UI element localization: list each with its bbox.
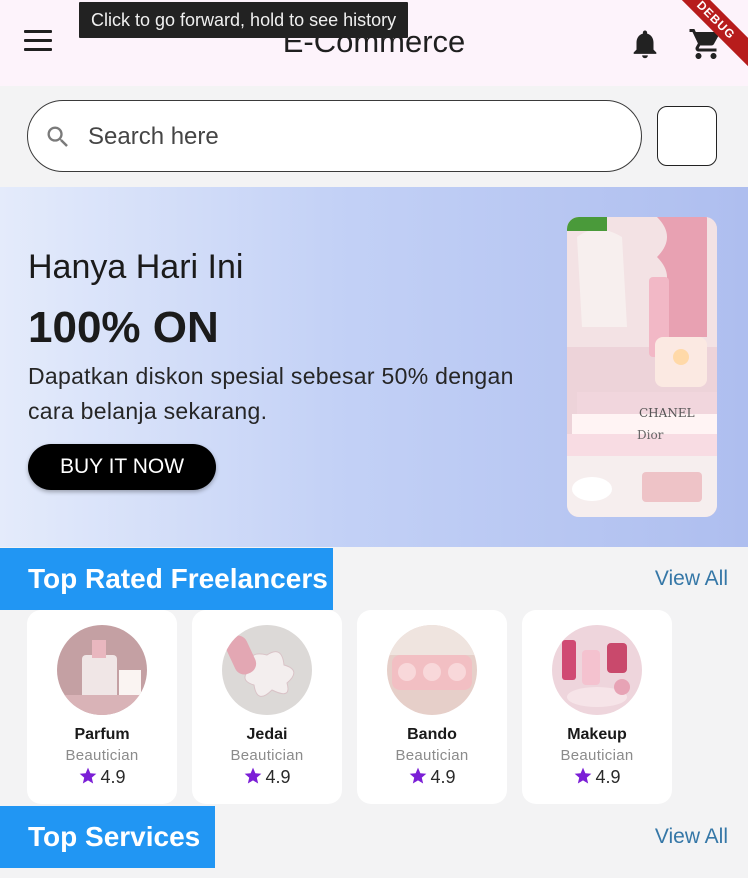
banner-headline: 100% ON: [28, 303, 219, 352]
search-icon: [47, 126, 68, 147]
freelancer-name: Jedai: [246, 726, 288, 743]
star-icon: [80, 767, 97, 784]
rating-value: 4.9: [595, 767, 621, 787]
filter-button[interactable]: [657, 106, 717, 166]
freelancer-card-makeup[interactable]: Makeup Beautician 4.9: [522, 610, 672, 804]
freelancer-role: Beautician: [560, 747, 634, 764]
freelancer-name: Parfum: [74, 726, 130, 743]
banner-description: Dapatkan diskon spesial sebesar 50% deng…: [28, 363, 514, 424]
buy-it-now-button[interactable]: BUY IT NOW: [28, 444, 216, 490]
freelancer-role: Beautician: [395, 747, 469, 764]
photo-chanel-text: CHANEL: [639, 406, 695, 420]
photo-dior-text: Dior: [637, 428, 664, 442]
freelancer-rating: 4.9: [192, 766, 342, 788]
star-icon: [410, 767, 427, 784]
search-bar[interactable]: [27, 100, 642, 172]
freelancer-avatar: [552, 625, 642, 715]
star-icon: [575, 767, 592, 784]
banner-subtitle: Hanya Hari Ini: [28, 248, 244, 286]
freelancer-rating: 4.9: [522, 766, 672, 788]
freelancer-card-jedai[interactable]: Jedai Beautician 4.9: [192, 610, 342, 804]
freelancer-card-bando[interactable]: Bando Beautician 4.9: [357, 610, 507, 804]
search-input[interactable]: [88, 119, 618, 155]
freelancer-role: Beautician: [230, 747, 304, 764]
freelancer-rating: 4.9: [357, 766, 507, 788]
services-view-all-link[interactable]: View All: [655, 825, 728, 849]
back-forward-tooltip: Click to go forward, hold to see history: [79, 2, 409, 38]
promo-banner: Hanya Hari Ini 100% ON Dapatkan diskon s…: [0, 187, 748, 547]
freelancer-name: Makeup: [567, 726, 627, 743]
rating-value: 4.9: [100, 767, 126, 787]
notification-bell-icon[interactable]: [628, 26, 662, 62]
app-bar: E-Commerce Click to go forward, hold to …: [0, 0, 748, 86]
star-icon: [245, 767, 262, 784]
freelancer-avatar: [222, 625, 312, 715]
top-services-title: Top Services: [0, 806, 215, 868]
rating-value: 4.9: [265, 767, 291, 787]
freelancer-role: Beautician: [65, 747, 139, 764]
top-rated-freelancers-title: Top Rated Freelancers: [0, 548, 333, 610]
freelancer-name: Bando: [407, 726, 457, 743]
rating-value: 4.9: [430, 767, 456, 787]
freelancers-view-all-link[interactable]: View All: [655, 567, 728, 591]
banner-product-photo: CHANEL Dior: [567, 217, 717, 517]
freelancer-avatar: [57, 625, 147, 715]
freelancer-avatar: [387, 625, 477, 715]
freelancer-card-parfum[interactable]: Parfum Beautician 4.9: [27, 610, 177, 804]
freelancer-rating: 4.9: [27, 766, 177, 788]
